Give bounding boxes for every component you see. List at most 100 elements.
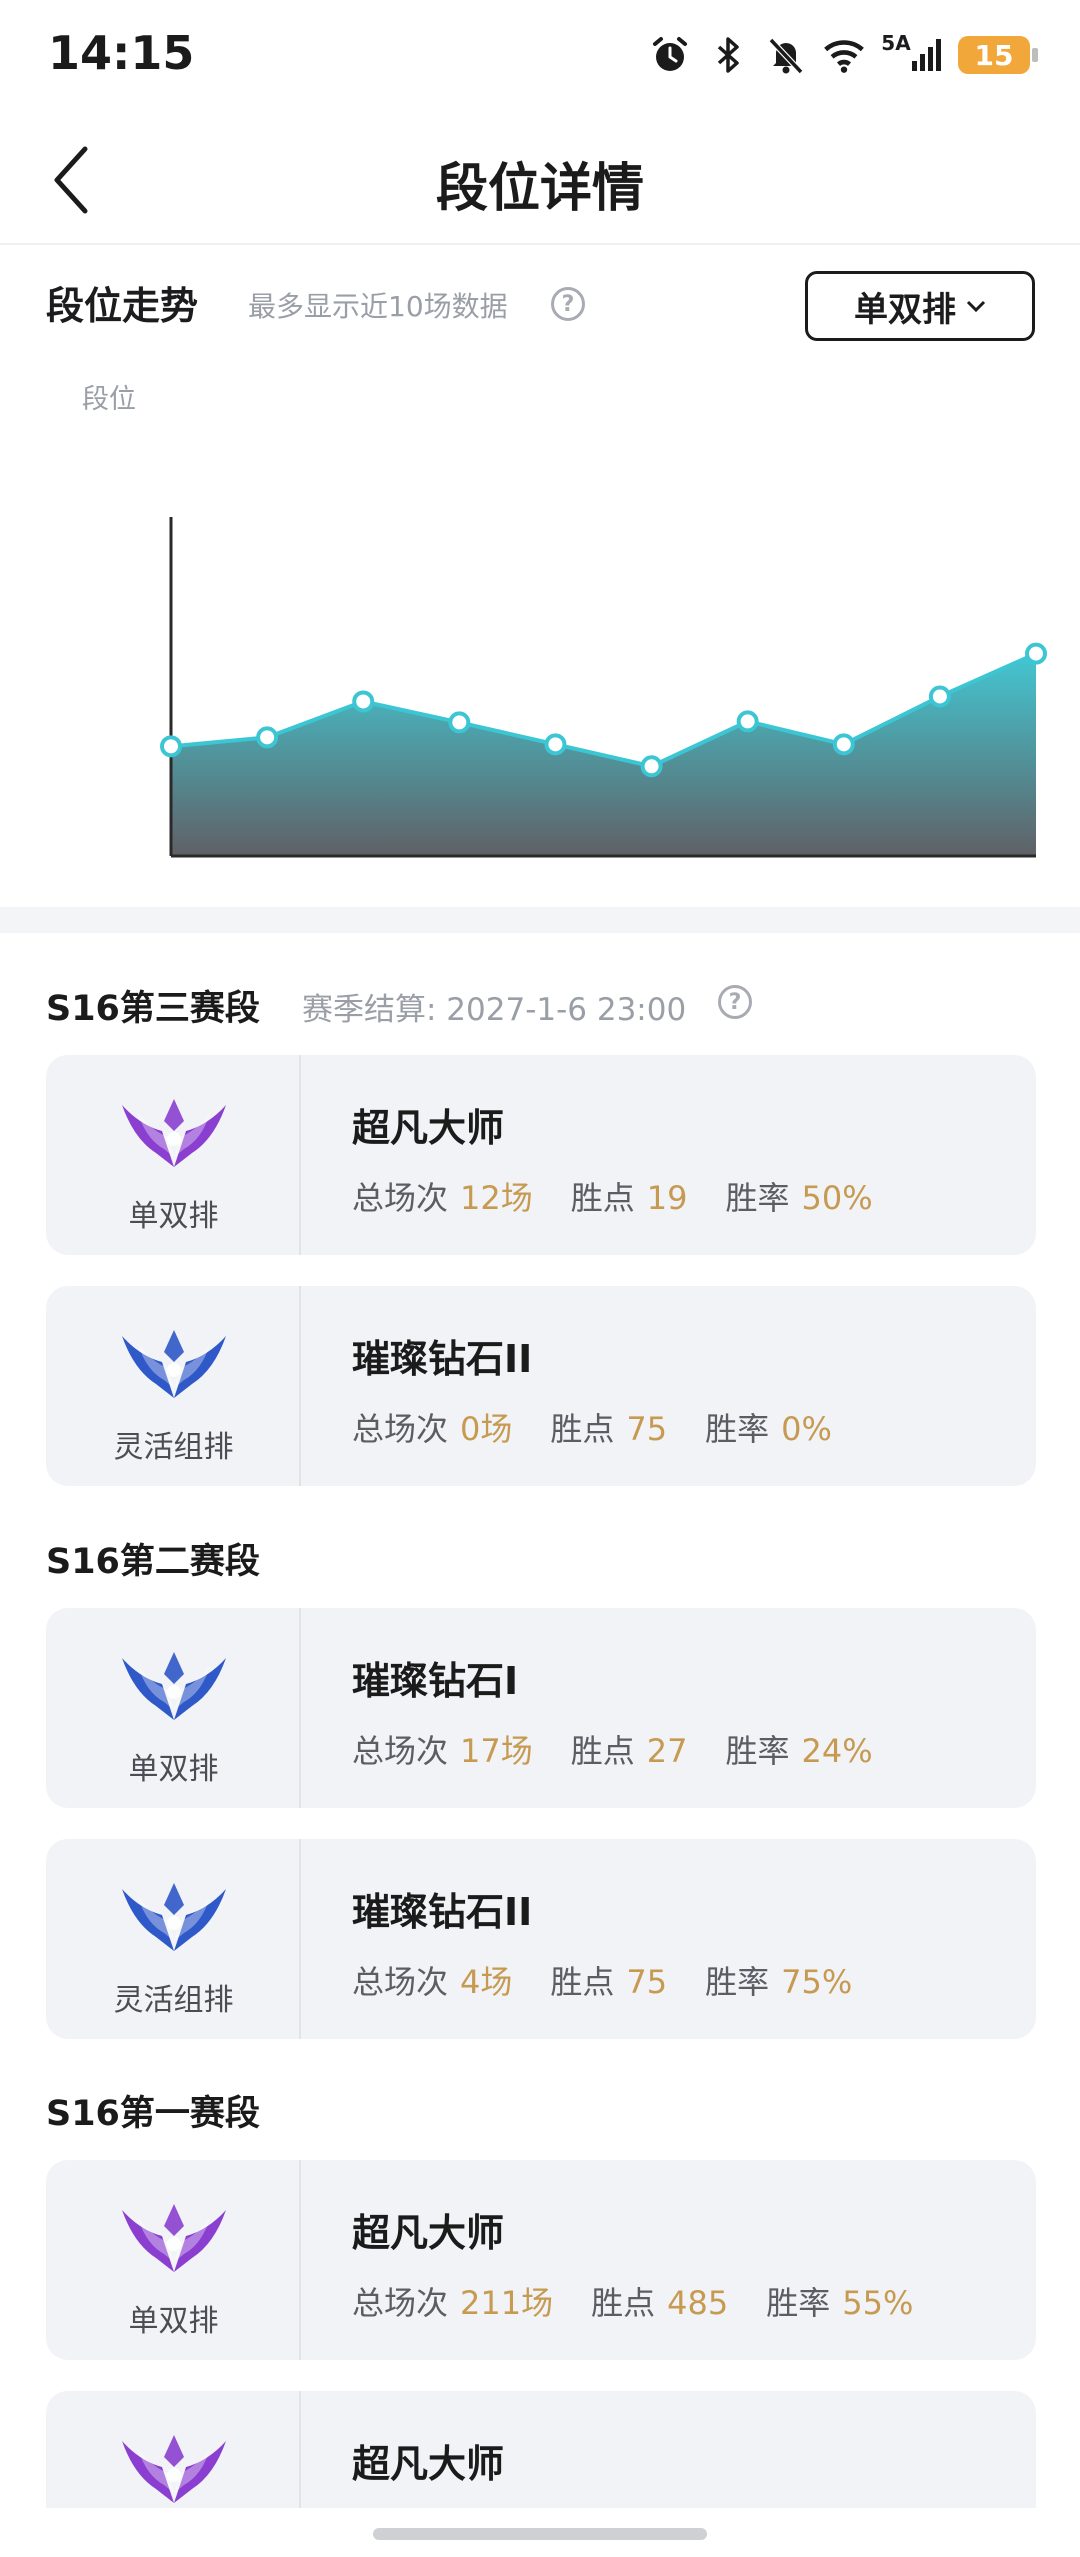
queue-label: 灵活组排 [113, 1983, 234, 2018]
games-label: 总场次 [352, 1179, 449, 1217]
status-bar: 14:15 5A 15 [0, 0, 1080, 110]
rank-name: 璀璨钻石I [352, 1659, 519, 1703]
queue-label: 单双排 [128, 1199, 219, 1234]
signal-icon: 5A [880, 33, 944, 77]
chart-point[interactable] [736, 710, 759, 733]
chart-point[interactable] [1025, 642, 1047, 665]
games-label: 总场次 [352, 1963, 449, 2001]
points-value: 27 [646, 1732, 688, 1770]
rank-trend-chart [160, 517, 1047, 858]
games-label: 总场次 [352, 1410, 449, 1448]
alarm-icon [648, 33, 692, 77]
page-title: 段位详情 [435, 159, 644, 219]
points-label: 胜点 [570, 1179, 635, 1217]
season-title: S16第一赛段 [46, 2094, 260, 2134]
games-value: 4场 [460, 1963, 513, 2001]
queue-label: 单双排 [128, 1752, 219, 1787]
chevron-down-icon [966, 300, 986, 313]
games-value: 211场 [460, 2284, 554, 2322]
rank-badge-icon [122, 2204, 226, 2272]
chart-point[interactable] [544, 733, 567, 756]
status-icons: 5A 15 [648, 30, 1038, 80]
home-indicator[interactable] [373, 2528, 707, 2540]
winrate-label: 胜率 [766, 2284, 831, 2322]
chart-point[interactable] [928, 685, 951, 708]
rank-card[interactable]: 单双排 璀璨钻石I 总场次 17场 胜点 27 胜率 24% [46, 1608, 1036, 1808]
points-label: 胜点 [591, 2284, 656, 2322]
winrate-value: 0% [781, 1410, 832, 1448]
queue-label: 单双排 [128, 2304, 219, 2339]
section-divider [0, 907, 1080, 933]
rank-name: 璀璨钻石II [352, 1337, 533, 1381]
winrate-label: 胜率 [705, 1410, 770, 1448]
rank-badge-icon [122, 1099, 226, 1167]
rank-card[interactable]: 灵活组排 璀璨钻石II 总场次 4场 胜点 75 胜率 75% [46, 1839, 1036, 2039]
trend-title: 段位走势 [46, 284, 199, 328]
rank-card[interactable]: 单双排 超凡大师 总场次 12场 胜点 19 胜率 50% [46, 1055, 1036, 1255]
rank-badge-icon [122, 2435, 226, 2503]
badge-column: 单双排 [46, 1055, 301, 1255]
rank-trend-section: 段位走势 最多显示近10场数据 ? 单双排 段位 [0, 247, 1080, 907]
y-axis-label: 段位 [82, 384, 136, 415]
games-label: 总场次 [352, 2284, 449, 2322]
mute-icon [764, 33, 808, 77]
winrate-label: 胜率 [725, 1179, 790, 1217]
rank-name: 超凡大师 [352, 2211, 505, 2255]
winrate-label: 胜率 [705, 1963, 770, 2001]
winrate-value: 55% [842, 2284, 914, 2322]
queue-dropdown-value: 单双排 [854, 289, 956, 330]
chart-point[interactable] [640, 755, 663, 778]
stats-row: 总场次 12场 胜点 19 胜率 50% [352, 1173, 873, 1219]
help-circle-icon[interactable]: ? [718, 985, 752, 1019]
games-value: 17场 [460, 1732, 533, 1770]
badge-column: 灵活组排 [46, 1839, 301, 2039]
nav-bar: 段位详情 [0, 110, 1080, 245]
trend-note: 最多显示近10场数据 [248, 290, 508, 323]
chart-point[interactable] [160, 735, 182, 758]
points-value: 19 [646, 1179, 688, 1217]
points-label: 胜点 [550, 1410, 615, 1448]
rank-name: 璀璨钻石II [352, 1890, 533, 1934]
status-time: 14:15 [48, 26, 195, 80]
stats-row: 总场次 4场 胜点 75 胜率 75% [352, 1957, 852, 2003]
stats-row: 总场次 0场 胜点 75 胜率 0% [352, 1404, 832, 1450]
games-label: 总场次 [352, 1732, 449, 1770]
badge-column: 单双排 [46, 1608, 301, 1808]
rank-name: 超凡大师 [352, 1106, 505, 1150]
chart-point[interactable] [352, 690, 375, 713]
rank-badge-icon [122, 1652, 226, 1720]
winrate-label: 胜率 [725, 1732, 790, 1770]
points-value: 485 [667, 2284, 729, 2322]
games-value: 12场 [460, 1179, 533, 1217]
stats-row: 总场次 17场 胜点 27 胜率 24% [352, 1726, 873, 1772]
queue-dropdown[interactable]: 单双排 [805, 271, 1035, 341]
games-value: 0场 [460, 1410, 513, 1448]
points-label: 胜点 [570, 1732, 635, 1770]
queue-label: 灵活组排 [113, 1430, 234, 1465]
winrate-value: 24% [801, 1732, 873, 1770]
badge-column: 灵活组排 [46, 1286, 301, 1486]
season-title: S16第二赛段 [46, 1542, 260, 1582]
points-value: 75 [626, 1410, 668, 1448]
bluetooth-icon [706, 33, 750, 77]
rank-card[interactable]: 单双排 超凡大师 总场次 211场 胜点 485 胜率 55% [46, 2160, 1036, 2360]
badge-column: 单双排 [46, 2160, 301, 2360]
rank-card[interactable]: 灵活组排 璀璨钻石II 总场次 0场 胜点 75 胜率 0% [46, 1286, 1036, 1486]
points-label: 胜点 [550, 1963, 615, 2001]
winrate-value: 50% [801, 1179, 873, 1217]
chart-point[interactable] [448, 711, 471, 734]
battery-icon: 15 [958, 36, 1038, 74]
chart-point[interactable] [256, 726, 279, 749]
season-title: S16第三赛段 [46, 989, 260, 1029]
rank-badge-icon [122, 1883, 226, 1951]
rank-name: 超凡大师 [352, 2442, 505, 2486]
chart-point[interactable] [832, 733, 855, 756]
help-circle-icon[interactable]: ? [551, 287, 585, 321]
winrate-value: 75% [781, 1963, 853, 2001]
network-type: 5A [881, 31, 911, 55]
points-value: 75 [626, 1963, 668, 2001]
season-settle-time: 赛季结算: 2027-1-6 23:00 [302, 992, 687, 1028]
rank-badge-icon [122, 1330, 226, 1398]
stats-row: 总场次 211场 胜点 485 胜率 55% [352, 2278, 913, 2324]
wifi-icon [822, 33, 866, 77]
